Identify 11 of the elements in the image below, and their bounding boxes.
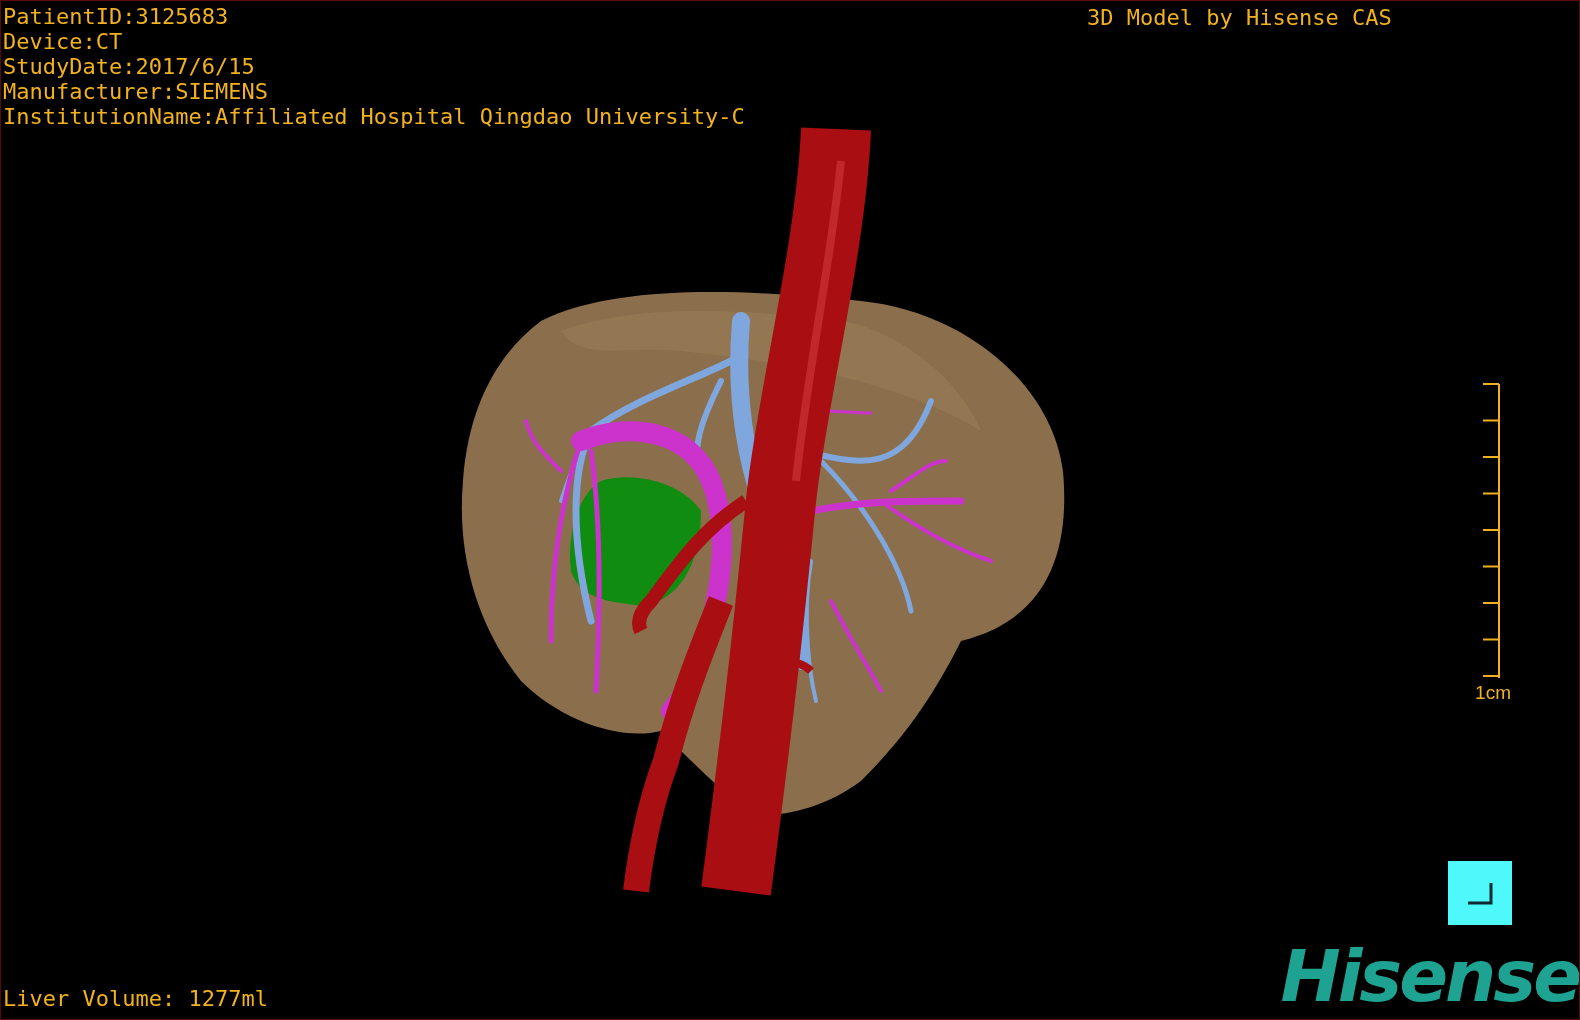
patient-info-text: StudyDate:2017/6/15: [3, 54, 255, 79]
view-button[interactable]: [1448, 861, 1512, 925]
patient-info-text: Manufacturer:SIEMENS: [3, 79, 268, 104]
scale-label: 1cm: [1475, 682, 1511, 704]
patient-info-text: InstitutionName:Affiliated Hospital Qingdao University-C: [3, 104, 745, 129]
logo-text: Hisense: [1280, 936, 1579, 1016]
liver-volume-text: Liver Volume: 1277ml: [3, 986, 268, 1011]
viewport-3d[interactable]: PatientID:3125683 Device:CT StudyDate:2017/6/15 Manufacturer:SIEMENS InstitutionName:Affiliated Hospital Qingdao University-C 3D Model by Hisense CAS 1cm Liver Volume: 1277ml Hisense: [0, 0, 1580, 1020]
credit-text: 3D Model by Hisense CAS: [1087, 5, 1392, 30]
patient-info-text: PatientID:3125683: [3, 4, 229, 29]
patient-info-text: Device:CT: [3, 29, 123, 54]
